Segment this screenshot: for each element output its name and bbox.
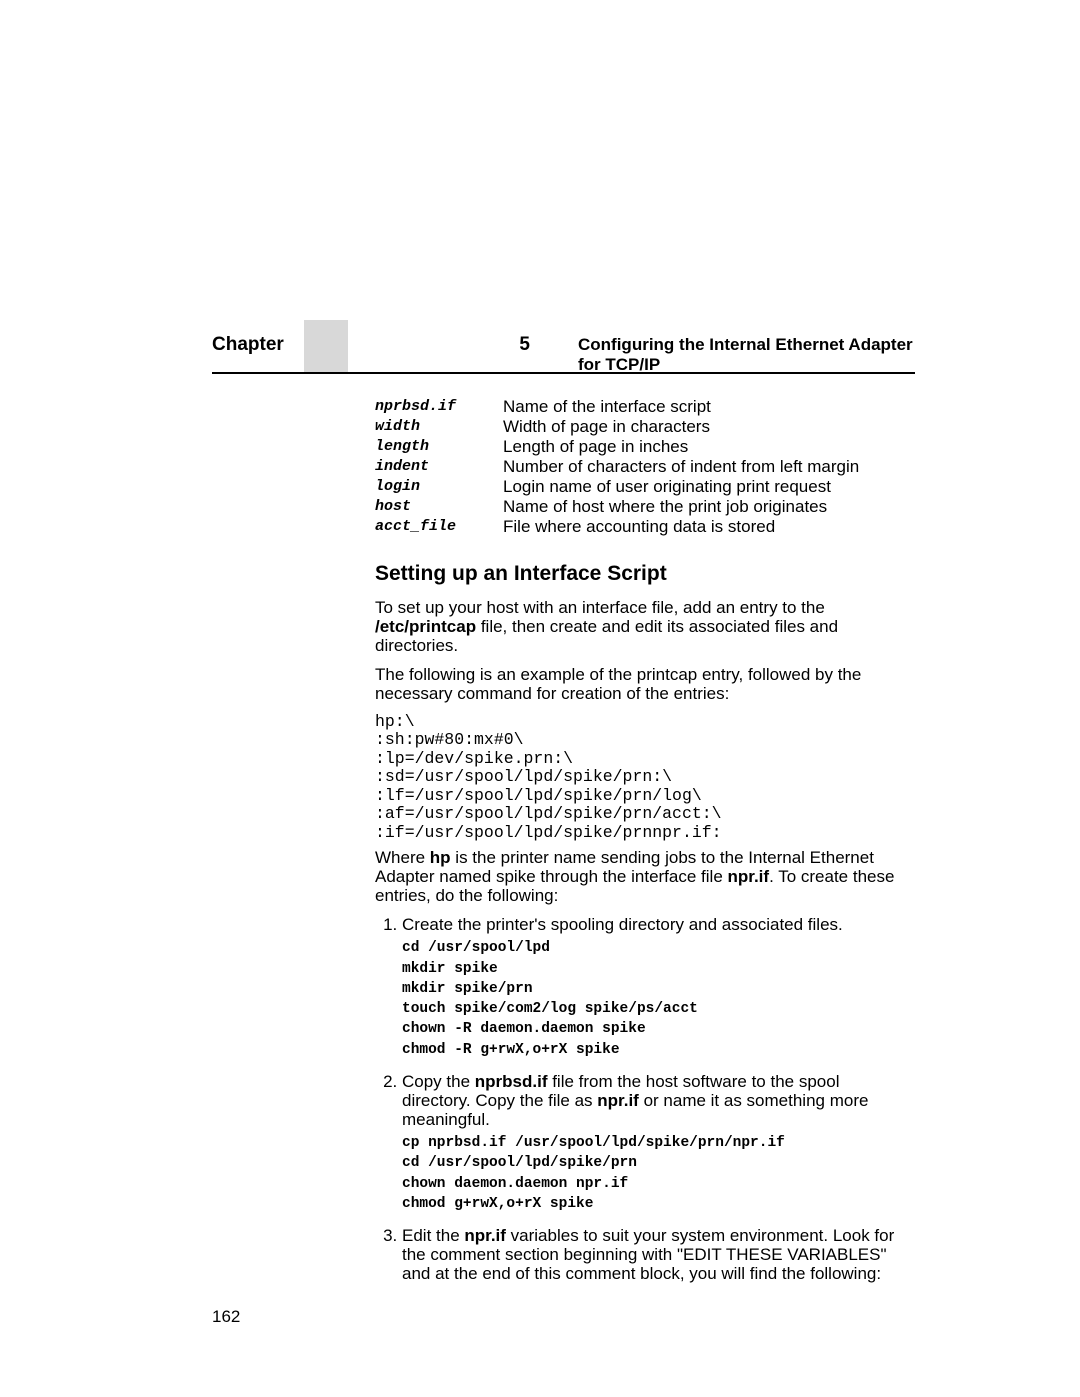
chapter-label: Chapter [212, 334, 284, 356]
code-block-printcap: hp:\ :sh:pw#80:mx#0\ :lp=/dev/spike.prn:… [375, 713, 910, 842]
def-desc: Length of page in inches [503, 437, 910, 456]
text: Where [375, 848, 430, 867]
chapter-number: 5 [519, 334, 530, 356]
step-item: Copy the nprbsd.if file from the host so… [402, 1072, 910, 1214]
section-heading: Setting up an Interface Script [375, 562, 910, 586]
text-bold: nprbsd.if [475, 1072, 548, 1091]
step-item: Edit the npr.if variables to suit your s… [402, 1226, 910, 1283]
text: Edit the [402, 1226, 464, 1245]
text: Create the printer's spooling directory … [402, 915, 843, 934]
step-item: Create the printer's spooling directory … [402, 915, 910, 1060]
text-bold: /etc/printcap [375, 617, 476, 636]
text-bold: npr.if [728, 867, 770, 886]
def-term: width [375, 417, 503, 436]
definition-list: nprbsd.if Name of the interface script w… [375, 397, 910, 536]
text-bold: npr.if [597, 1091, 639, 1110]
paragraph: Where hp is the printer name sending job… [375, 848, 910, 905]
paragraph: The following is an example of the print… [375, 665, 910, 703]
code-block: cd /usr/spool/lpd mkdir spike mkdir spik… [402, 938, 910, 1060]
main-content: nprbsd.if Name of the interface script w… [375, 397, 910, 1295]
def-term: indent [375, 457, 503, 476]
code-block: cp nprbsd.if /usr/spool/lpd/spike/prn/np… [402, 1133, 910, 1214]
def-desc: Login name of user originating print req… [503, 477, 910, 496]
def-desc: File where accounting data is stored [503, 517, 910, 536]
def-desc: Width of page in characters [503, 417, 910, 436]
def-term: host [375, 497, 503, 516]
def-term: acct_file [375, 517, 503, 536]
ordered-steps: Create the printer's spooling directory … [375, 915, 910, 1283]
chapter-title: Configuring the Internal Ethernet Adapte… [578, 335, 915, 375]
page-number: 162 [212, 1307, 240, 1327]
text-bold: hp [430, 848, 451, 867]
def-desc: Name of host where the print job origina… [503, 497, 910, 516]
paragraph: To set up your host with an interface fi… [375, 598, 910, 655]
text: Copy the [402, 1072, 475, 1091]
text: To set up your host with an interface fi… [375, 598, 825, 617]
text-bold: npr.if [464, 1226, 506, 1245]
def-term: nprbsd.if [375, 397, 503, 416]
def-desc: Name of the interface script [503, 397, 910, 416]
def-desc: Number of characters of indent from left… [503, 457, 910, 476]
def-term: login [375, 477, 503, 496]
def-term: length [375, 437, 503, 456]
